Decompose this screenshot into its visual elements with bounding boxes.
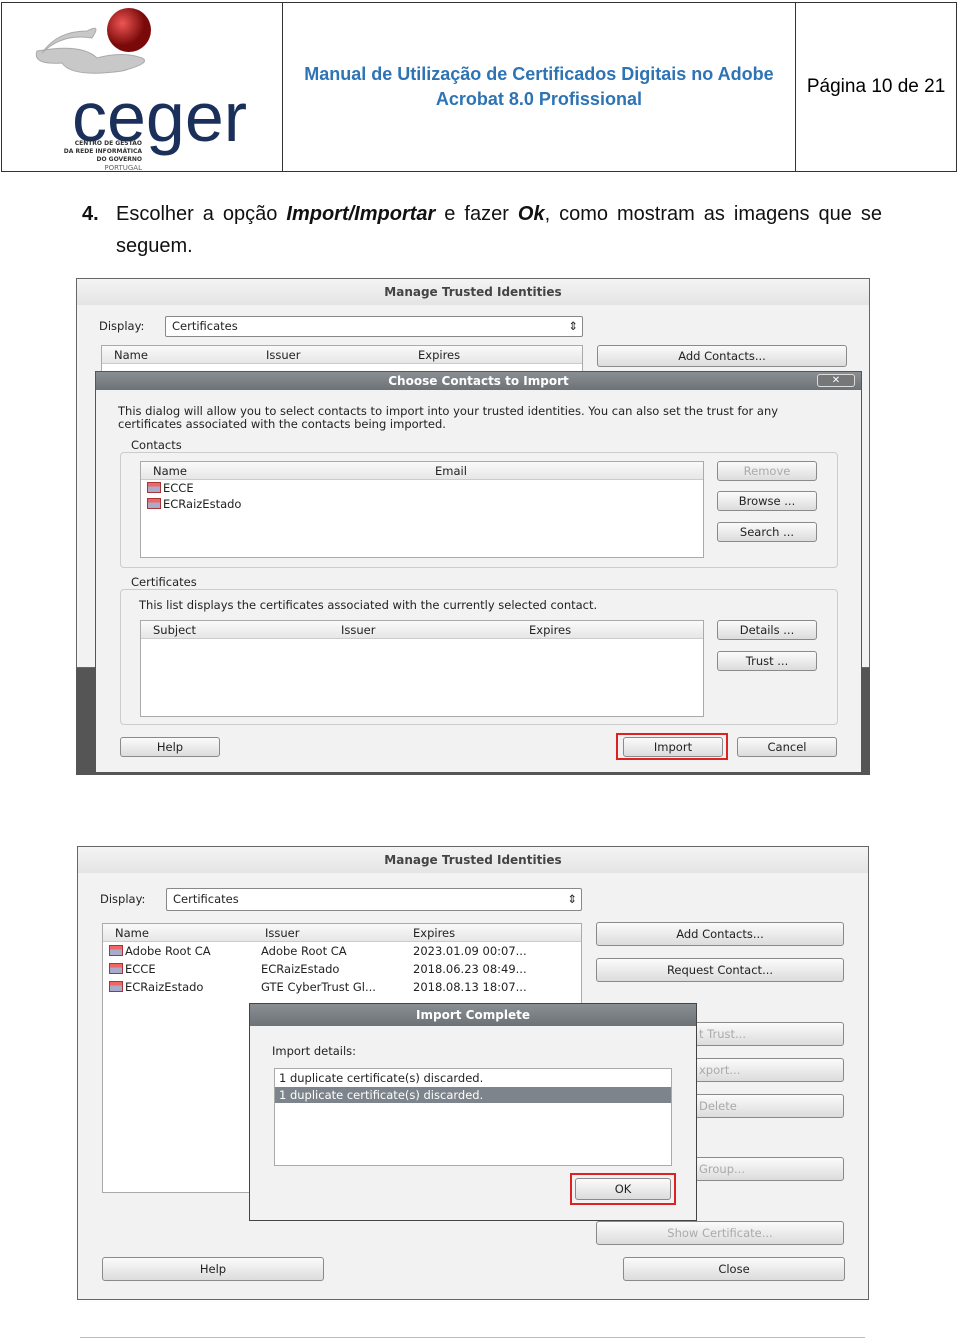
trust-button[interactable]: Trust ... (717, 651, 817, 671)
help-button[interactable]: Help (120, 737, 220, 757)
page-number: Página 10 de 21 (806, 76, 946, 97)
contact-row[interactable]: ECRaizEstado (141, 496, 703, 512)
row-name: Adobe Root CA (125, 944, 211, 958)
column-name[interactable]: Name (115, 926, 149, 940)
add-contacts-button[interactable]: Add Contacts... (596, 922, 844, 946)
certificate-icon (147, 482, 161, 493)
add-contacts-button[interactable]: Add Contacts... (597, 345, 847, 367)
import-complete-dialog: Import Complete Import details: 1 duplic… (249, 1003, 697, 1221)
display-select[interactable]: Certificates ⇕ (166, 888, 582, 911)
row-expires: 2018.08.13 18:07... (413, 980, 527, 994)
row-expires: 2018.06.23 08:49... (413, 962, 527, 976)
import-details-label: Import details: (272, 1044, 357, 1058)
identity-row[interactable]: ECCE ECRaizEstado 2018.06.23 08:49... (103, 960, 581, 978)
contact-row[interactable]: ECCE (141, 480, 703, 496)
svg-text:DA REDE INFORMÁTICA: DA REDE INFORMÁTICA (64, 148, 143, 155)
certificates-list[interactable]: Subject Issuer Expires (140, 620, 704, 717)
screenshot-import-complete: Manage Trusted Identities Display: Certi… (77, 846, 869, 1300)
column-email[interactable]: Email (435, 464, 467, 478)
screenshot-choose-contacts: Manage Trusted Identities Display: Certi… (76, 278, 870, 775)
certificate-icon (109, 945, 123, 956)
ok-button[interactable]: OK (575, 1178, 671, 1200)
window-title: Manage Trusted Identities (77, 279, 869, 305)
column-name[interactable]: Name (153, 464, 187, 478)
spinner-icon: ⇕ (568, 319, 578, 333)
display-value: Certificates (173, 892, 239, 906)
step-number: 4. (82, 203, 99, 225)
dialog-description: This dialog will allow you to select con… (118, 404, 779, 431)
step-text: e fazer (435, 203, 518, 225)
certificate-icon (147, 498, 161, 509)
step-bold-import: Import/Importar (286, 203, 436, 225)
detail-line[interactable]: 1 duplicate certificate(s) discarded. (275, 1069, 671, 1087)
row-issuer: Adobe Root CA (261, 944, 347, 958)
column-expires[interactable]: Expires (418, 348, 460, 362)
column-issuer[interactable]: Issuer (265, 926, 299, 940)
footer-rule (80, 1337, 865, 1338)
column-subject[interactable]: Subject (153, 623, 196, 637)
close-button[interactable]: Close (623, 1257, 845, 1281)
row-name: ECCE (125, 962, 156, 976)
show-certificate-button[interactable]: Show Certificate... (596, 1221, 844, 1245)
column-expires[interactable]: Expires (529, 623, 571, 637)
remove-button[interactable]: Remove (717, 461, 817, 481)
row-expires: 2023.01.09 00:07... (413, 944, 527, 958)
display-select[interactable]: Certificates ⇕ (165, 316, 583, 337)
dialog-title: Import Complete (250, 1004, 696, 1026)
row-issuer: GTE CyberTrust Gl... (261, 980, 376, 994)
document-title: Manual de Utilização de Certificados Dig… (283, 3, 797, 171)
close-icon[interactable]: ✕ (817, 374, 855, 387)
contacts-list[interactable]: Name Email ECCE ECRaizEstado (140, 461, 704, 558)
contact-name: ECCE (163, 481, 194, 495)
browse-button[interactable]: Browse ... (717, 491, 817, 511)
page-header: ceger CENTRO DE GESTÃO DA REDE INFORMÁTI… (1, 2, 957, 172)
import-button[interactable]: Import (623, 737, 723, 757)
window-title: Manage Trusted Identities (78, 847, 868, 873)
step-4: 4. Escolher a opção Import/Importar e fa… (82, 198, 882, 262)
import-details-list[interactable]: 1 duplicate certificate(s) discarded. 1 … (274, 1068, 672, 1166)
svg-text:DO GOVERNO: DO GOVERNO (96, 156, 142, 163)
spinner-icon: ⇕ (567, 892, 577, 906)
contact-name: ECRaizEstado (163, 497, 242, 511)
column-issuer[interactable]: Issuer (266, 348, 300, 362)
step-text: Escolher a opção (116, 203, 287, 225)
contacts-label: Contacts (128, 438, 185, 452)
request-contact-button[interactable]: Request Contact... (596, 958, 844, 982)
search-button[interactable]: Search ... (717, 522, 817, 542)
svg-text:CENTRO DE GESTÃO: CENTRO DE GESTÃO (75, 140, 142, 147)
column-issuer[interactable]: Issuer (341, 623, 375, 637)
display-label: Display: (99, 319, 145, 333)
cancel-button[interactable]: Cancel (737, 737, 837, 757)
svg-text:PORTUGAL: PORTUGAL (104, 164, 142, 172)
ceger-logo: ceger CENTRO DE GESTÃO DA REDE INFORMÁTI… (2, 3, 283, 172)
identity-row[interactable]: Adobe Root CA Adobe Root CA 2023.01.09 00:… (103, 942, 581, 960)
step-bold-ok: Ok (517, 203, 545, 225)
row-name: ECRaizEstado (125, 980, 204, 994)
details-button[interactable]: Details ... (717, 620, 817, 640)
choose-contacts-dialog: Choose Contacts to Import ✕ This dialog … (95, 371, 862, 773)
column-name[interactable]: Name (114, 348, 148, 362)
row-issuer: ECRaizEstado (261, 962, 340, 976)
certificate-icon (109, 963, 123, 974)
identity-row[interactable]: ECRaizEstado GTE CyberTrust Gl... 2018.08.… (103, 978, 581, 996)
display-value: Certificates (172, 319, 238, 333)
display-label: Display: (100, 892, 146, 906)
dialog-title: Choose Contacts to Import (96, 372, 861, 390)
certificates-label: Certificates (128, 575, 200, 589)
column-expires[interactable]: Expires (413, 926, 455, 940)
certificates-description: This list displays the certificates asso… (139, 598, 598, 612)
help-button[interactable]: Help (102, 1257, 324, 1281)
detail-line-selected[interactable]: 1 duplicate certificate(s) discarded. (275, 1087, 671, 1103)
certificate-icon (109, 981, 123, 992)
logo-graphic: ceger CENTRO DE GESTÃO DA REDE INFORMÁTI… (35, 8, 247, 172)
